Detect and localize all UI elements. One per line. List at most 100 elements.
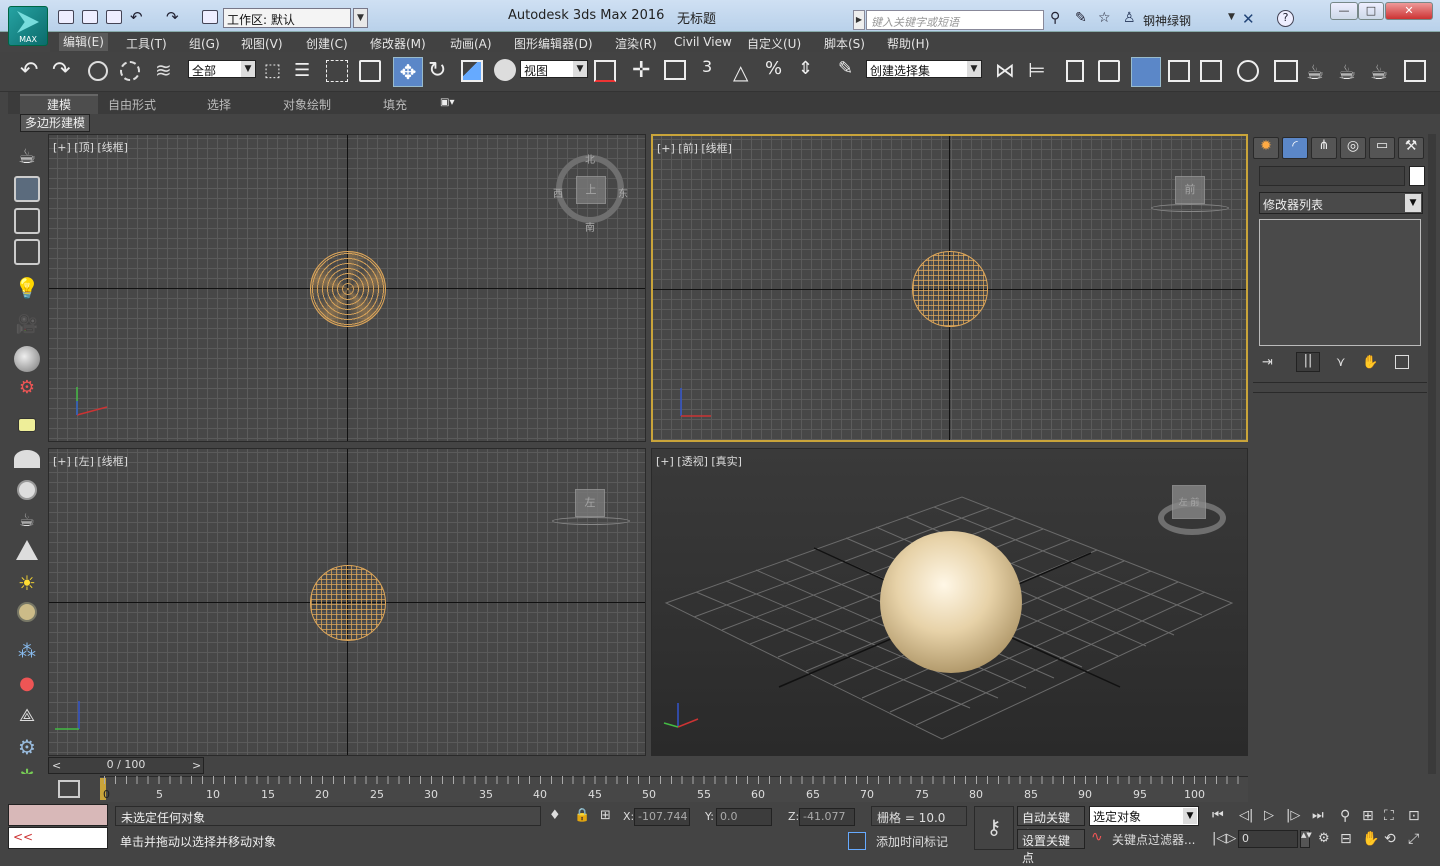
search-input[interactable]: 键入关键字或短语 xyxy=(866,10,1044,30)
object-color-swatch[interactable] xyxy=(1409,166,1425,186)
next-frame-icon[interactable]: |▷ xyxy=(1286,808,1300,823)
menu-tools[interactable]: 工具(T) xyxy=(126,35,167,52)
new-file-icon[interactable] xyxy=(58,10,74,24)
bind-to-space-warp-icon[interactable]: ≋ xyxy=(155,58,172,82)
open-file-icon[interactable] xyxy=(82,10,98,24)
motion-icon[interactable]: ⚙ xyxy=(14,377,40,403)
key-filters-button[interactable]: 关键点过滤器... xyxy=(1112,831,1195,848)
viewport-label[interactable]: [+] [左] [线框] xyxy=(53,453,128,469)
field-of-view-icon[interactable]: ⊟ xyxy=(1340,831,1352,847)
menu-help[interactable]: 帮助(H) xyxy=(887,35,929,52)
app-menu-button[interactable]: MAX xyxy=(8,6,48,46)
binoculars-icon[interactable]: ⚲ xyxy=(1050,10,1060,26)
redo-icon[interactable]: ↷ xyxy=(52,58,70,83)
manipulate-icon[interactable]: ✛ xyxy=(632,58,650,83)
time-slider-next-icon[interactable]: > xyxy=(192,759,201,772)
render-setup-icon[interactable] xyxy=(1274,60,1298,82)
viewport-label[interactable]: [+] [前] [线框] xyxy=(657,140,732,156)
time-slider-prev-icon[interactable]: < xyxy=(52,759,61,772)
menu-customize[interactable]: 自定义(U) xyxy=(747,35,801,52)
ribbon-toggle-icon[interactable] xyxy=(1131,57,1161,87)
sphere-object[interactable] xyxy=(880,531,1022,673)
edit-named-selection-icon[interactable]: ✎ xyxy=(838,58,853,79)
pan-view-icon[interactable]: ✋ xyxy=(1362,831,1379,847)
redo-quick-icon[interactable]: ↷ xyxy=(166,8,179,26)
menu-civil-view[interactable]: Civil View xyxy=(674,35,732,49)
material-editor-side-icon[interactable] xyxy=(14,176,40,202)
set-key-button[interactable]: 设置关键点 xyxy=(1017,829,1085,865)
maxscript-listener-mini[interactable] xyxy=(8,804,108,826)
plane-icon[interactable] xyxy=(18,418,36,432)
named-selection-set-dropdown[interactable]: 创建选择集 ▼ xyxy=(866,60,982,78)
curve-editor-icon[interactable] xyxy=(1168,60,1190,82)
play-icon[interactable]: ▷ xyxy=(1264,808,1274,823)
pivot-center-icon[interactable] xyxy=(594,60,616,82)
go-to-end-icon[interactable]: ⏭ xyxy=(1312,808,1324,823)
menu-create[interactable]: 创建(C) xyxy=(306,35,348,52)
menu-graph-editors[interactable]: 图形编辑器(D) xyxy=(514,35,593,52)
menu-animation[interactable]: 动画(A) xyxy=(450,35,492,52)
polygon-modeling-panel[interactable]: 多边形建模 xyxy=(20,114,90,132)
undo-icon[interactable]: ↶ xyxy=(20,58,38,83)
help-icon[interactable]: ? xyxy=(1277,10,1294,27)
exchange-icon[interactable]: ✕ xyxy=(1242,10,1255,28)
viewport-front[interactable]: [+] [前] [线框] 前 xyxy=(651,134,1248,442)
ribbon-tab-selection[interactable]: 选择 xyxy=(207,96,231,113)
chevron-down-icon[interactable]: ▼ xyxy=(353,8,368,28)
sphere-object[interactable] xyxy=(310,565,386,641)
utilities-panel-tab-icon[interactable]: ⚒ xyxy=(1398,137,1424,159)
rendered-frame-window-icon[interactable]: ☕ xyxy=(1306,60,1324,84)
time-config-icon[interactable]: ⚙ xyxy=(1318,831,1330,846)
frame-spinner[interactable]: ▲▼ xyxy=(1300,830,1312,848)
render-production-icon[interactable]: ☕ xyxy=(1338,60,1356,84)
select-and-rotate-icon[interactable]: ↻ xyxy=(428,58,446,83)
camera-icon[interactable]: 🎥 xyxy=(14,314,40,340)
sphere-render-icon[interactable] xyxy=(14,346,40,372)
current-frame-field[interactable]: 0 xyxy=(1238,830,1298,848)
configure-modifier-sets-icon[interactable] xyxy=(1395,355,1409,369)
isolate-selection-icon[interactable]: ♦ xyxy=(549,808,561,823)
menu-scripting[interactable]: 脚本(S) xyxy=(824,35,865,52)
render-iterative-icon[interactable]: ☕ xyxy=(1370,60,1388,84)
ribbon-tab-freeform[interactable]: 自由形式 xyxy=(108,96,156,113)
dynamics-icon[interactable]: ● xyxy=(14,673,40,699)
viewcube[interactable]: 左 前 xyxy=(1172,485,1206,519)
ribbon-tab-modeling[interactable]: 建模 xyxy=(20,94,98,114)
torus-icon[interactable] xyxy=(17,602,37,622)
material-editor-icon[interactable] xyxy=(1237,60,1259,82)
auto-key-button[interactable]: 自动关键点 xyxy=(1017,806,1085,842)
select-and-move-icon[interactable]: ✥ xyxy=(393,57,423,87)
set-key-icon[interactable]: ⚷ xyxy=(974,806,1014,850)
cone-icon[interactable] xyxy=(16,540,38,560)
time-slider[interactable]: 0 / 100 xyxy=(48,757,204,774)
unlink-selection-icon[interactable] xyxy=(120,61,140,81)
orbit-icon[interactable]: ⟲ xyxy=(1384,831,1396,847)
viewport-perspective[interactable]: [+] [透视] [真实] 左 前 xyxy=(651,448,1248,756)
command-panel-scrollbar[interactable] xyxy=(1428,134,1436,774)
absolute-mode-icon[interactable]: ⊞ xyxy=(600,808,611,823)
time-tag-icon[interactable] xyxy=(848,832,866,850)
sphere-object[interactable] xyxy=(912,251,988,327)
scene-explorer-icon[interactable] xyxy=(1098,60,1120,82)
show-end-result-icon[interactable]: || xyxy=(1296,352,1320,372)
zoom-extents-all-icon[interactable]: ⊡ xyxy=(1408,808,1420,824)
particles-icon[interactable]: ⁂ xyxy=(14,641,40,667)
workspace-dropdown[interactable]: 工作区: 默认 xyxy=(223,8,351,28)
ribbon-options-icon[interactable]: ▣▾ xyxy=(440,97,454,108)
maximize-button[interactable]: □ xyxy=(1358,2,1384,20)
align-icon[interactable]: ⊨ xyxy=(1028,58,1045,82)
lock-selection-icon[interactable]: 🔒 xyxy=(574,808,590,823)
select-and-place-icon[interactable] xyxy=(494,59,516,81)
y-coord-field[interactable]: 0.0 xyxy=(716,808,772,826)
modifier-list-dropdown[interactable]: 修改器列表 ▼ xyxy=(1259,192,1423,214)
select-and-scale-icon[interactable] xyxy=(461,60,483,82)
key-target-dropdown[interactable]: 选定对象 ▼ xyxy=(1089,806,1199,826)
viewcube[interactable]: 左 xyxy=(575,489,605,517)
render-in-cloud-icon[interactable] xyxy=(1404,60,1426,82)
z-coord-field[interactable]: -41.077 xyxy=(799,808,855,826)
previous-frame-icon[interactable]: ◁| xyxy=(1239,808,1253,823)
ribbon-tab-populate[interactable]: 填充 xyxy=(383,96,407,113)
track-view-icon[interactable] xyxy=(14,239,40,265)
maximize-viewport-icon[interactable]: ⤢ xyxy=(1408,831,1419,847)
circle-icon[interactable] xyxy=(17,480,37,500)
